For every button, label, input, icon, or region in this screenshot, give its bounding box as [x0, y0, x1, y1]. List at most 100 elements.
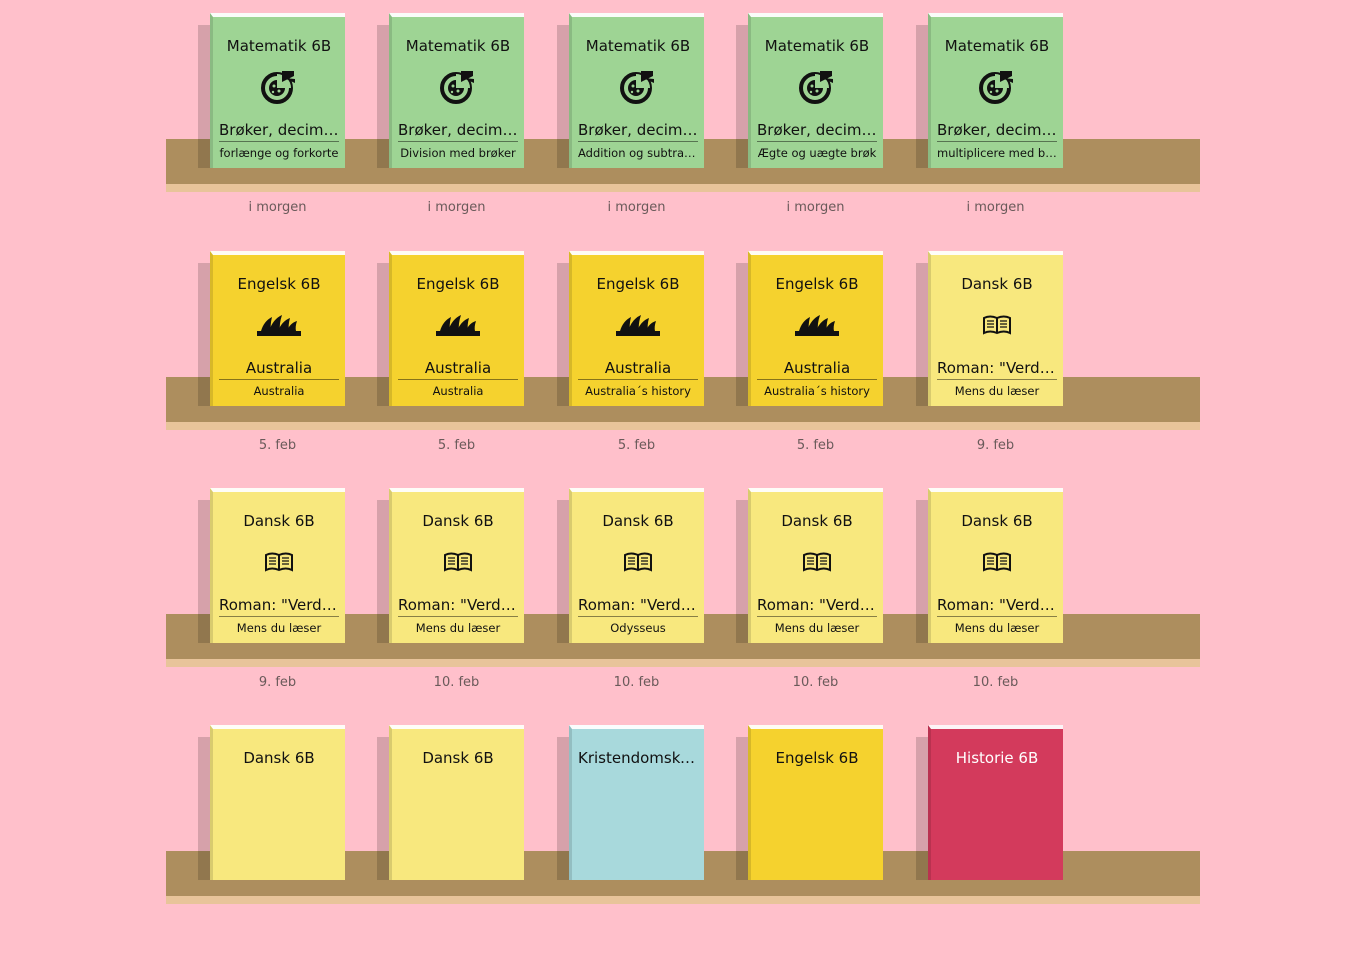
book-topic: Australia — [757, 359, 877, 380]
book-topic: Roman: "Verdens" — [578, 596, 698, 617]
book-cover-button[interactable]: Matematik 6B Brøker, decimaltal multiplice… — [928, 13, 1063, 168]
book: Historie 6B — [916, 725, 1063, 880]
book-lesson: Odysseus — [610, 621, 666, 635]
book-topic: Roman: "Verdens" — [398, 596, 518, 617]
book-subject: Dansk 6B — [243, 512, 315, 530]
due-date: i morgen — [966, 200, 1025, 215]
book: Matematik 6B Brøker, decimaltal forlænge o… — [198, 13, 345, 168]
book-cover-button[interactable]: Engelsk 6B Australia Australia´s history — [569, 251, 704, 406]
due-date: 5. feb — [437, 438, 476, 453]
book-subject: Dansk 6B — [422, 512, 494, 530]
book-subject: Historie 6B — [955, 749, 1039, 767]
book: Matematik 6B Brøker, decimaltal multiplice… — [916, 13, 1063, 168]
book-lesson: Australia — [432, 384, 484, 398]
book-lesson: Division med brøker — [400, 146, 516, 160]
book-cover-button[interactable]: Dansk 6B — [210, 725, 345, 880]
book-subject: Engelsk 6B — [775, 749, 859, 767]
due-date: 5. feb — [617, 438, 656, 453]
book-lesson: Mens du læser — [954, 621, 1040, 635]
book-lesson: Australia — [253, 384, 305, 398]
book-subject: Matematik 6B — [944, 37, 1050, 55]
open-book-icon — [572, 542, 704, 582]
opera-house-icon — [213, 305, 345, 345]
book-cover-button[interactable]: Matematik 6B Brøker, decimaltal Addition o… — [569, 13, 704, 168]
book-subject: Dansk 6B — [961, 275, 1033, 293]
book-cover-button[interactable]: Engelsk 6B Australia Australia — [210, 251, 345, 406]
book-subject: Engelsk 6B — [596, 275, 680, 293]
book-cover-button[interactable]: Engelsk 6B Australia Australia´s history — [748, 251, 883, 406]
book: Engelsk 6B Australia Australia´s history — [557, 251, 704, 406]
book-cover-button[interactable]: Dansk 6B Roman: "Verdens" Odysseus — [569, 488, 704, 643]
book-cover-button[interactable]: Dansk 6B Roman: "Verdens" Mens du læser — [210, 488, 345, 643]
book-topic: Brøker, decimaltal — [398, 121, 518, 142]
book-subject: Engelsk 6B — [775, 275, 859, 293]
book: Dansk 6B Roman: "Verdens" Mens du læser — [377, 488, 524, 643]
book-cover-button[interactable]: Matematik 6B Brøker, decimaltal Ægte og uæ… — [748, 13, 883, 168]
book-subject: Engelsk 6B — [237, 275, 321, 293]
shelf-row: Matematik 6B Brøker, decimaltal forlænge o… — [0, 13, 1366, 251]
book: Matematik 6B Brøker, decimaltal Division m… — [377, 13, 524, 168]
book: Dansk 6B Roman: "Verdens" Odysseus — [557, 488, 704, 643]
book-cover-button[interactable]: Dansk 6B Roman: "Verdens" Mens du læser — [928, 488, 1063, 643]
opera-house-icon — [751, 305, 883, 345]
book-lesson: Mens du læser — [236, 621, 322, 635]
book: Engelsk 6B Australia Australia — [377, 251, 524, 406]
book-topic: Roman: "Verdens" — [937, 596, 1057, 617]
pizza-fraction-icon — [392, 67, 524, 107]
opera-house-icon — [572, 305, 704, 345]
due-date: 10. feb — [792, 675, 839, 690]
book-topic: Australia — [398, 359, 518, 380]
due-date: i morgen — [786, 200, 845, 215]
book-topic: Roman: "Verdens" — [757, 596, 877, 617]
book-cover-button[interactable]: Matematik 6B Brøker, decimaltal Division m… — [389, 13, 524, 168]
book-lesson: Mens du læser — [774, 621, 860, 635]
shelf-row: Engelsk 6B Australia Australia 5. feb Engels… — [0, 251, 1366, 489]
book-cover-button[interactable]: Matematik 6B Brøker, decimaltal forlænge o… — [210, 13, 345, 168]
due-date: i morgen — [248, 200, 307, 215]
due-date: 10. feb — [433, 675, 480, 690]
due-date: 5. feb — [258, 438, 297, 453]
book-cover-button[interactable]: Dansk 6B Roman: "Verdens" Mens du læser — [928, 251, 1063, 406]
book-subject: Dansk 6B — [781, 512, 853, 530]
due-date: i morgen — [607, 200, 666, 215]
book-cover-button[interactable]: Dansk 6B — [389, 725, 524, 880]
book-lesson: Ægte og uægte brøk — [757, 146, 877, 160]
book-subject: Dansk 6B — [961, 512, 1033, 530]
book-lesson: Australia´s history — [585, 384, 691, 398]
book-topic: Australia — [578, 359, 698, 380]
book: Engelsk 6B — [736, 725, 883, 880]
book-subject: Matematik 6B — [764, 37, 870, 55]
book-topic: Brøker, decimaltal — [219, 121, 339, 142]
book: Matematik 6B Brøker, decimaltal Ægte og uæ… — [736, 13, 883, 168]
book-lesson: multiplicere med brøker — [937, 146, 1057, 160]
due-date: 9. feb — [258, 675, 297, 690]
pizza-fraction-icon — [931, 67, 1063, 107]
book-cover-button[interactable]: Engelsk 6B Australia Australia — [389, 251, 524, 406]
book-subject: Engelsk 6B — [416, 275, 500, 293]
book-subject: Matematik 6B — [405, 37, 511, 55]
book: Engelsk 6B Australia Australia — [198, 251, 345, 406]
book: Engelsk 6B Australia Australia´s history — [736, 251, 883, 406]
shelf-edge — [166, 184, 1200, 192]
book-cover-button[interactable]: Dansk 6B Roman: "Verdens" Mens du læser — [748, 488, 883, 643]
book-cover-button[interactable]: Historie 6B — [928, 725, 1063, 880]
open-book-icon — [213, 542, 345, 582]
shelf-row: Dansk 6B Dansk 6B Kristendomskundskab Engel… — [0, 725, 1366, 963]
due-date: 10. feb — [613, 675, 660, 690]
book-cover-button[interactable]: Kristendomskundskab — [569, 725, 704, 880]
book-subject: Dansk 6B — [422, 749, 494, 767]
due-date: 9. feb — [976, 438, 1015, 453]
book-lesson: Mens du læser — [954, 384, 1040, 398]
pizza-fraction-icon — [213, 67, 345, 107]
book-cover-button[interactable]: Engelsk 6B — [748, 725, 883, 880]
open-book-icon — [931, 305, 1063, 345]
book: Kristendomskundskab — [557, 725, 704, 880]
shelf-row: Dansk 6B Roman: "Verdens" Mens du læser 9. … — [0, 488, 1366, 726]
book-cover-button[interactable]: Dansk 6B Roman: "Verdens" Mens du læser — [389, 488, 524, 643]
book-topic: Roman: "Verdens" — [219, 596, 339, 617]
book: Dansk 6B Roman: "Verdens" Mens du læser — [916, 251, 1063, 406]
book-subject: Dansk 6B — [243, 749, 315, 767]
open-book-icon — [392, 542, 524, 582]
book-lesson: Addition og subtraktion — [578, 146, 698, 160]
open-book-icon — [931, 542, 1063, 582]
